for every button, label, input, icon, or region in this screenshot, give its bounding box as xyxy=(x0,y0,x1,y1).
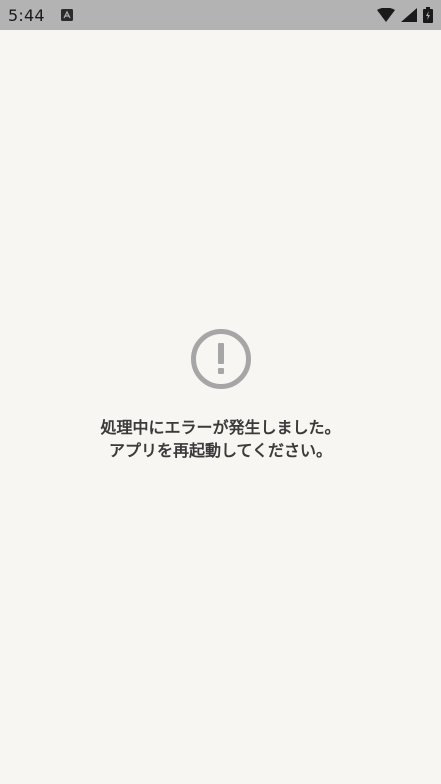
error-message-block: 処理中にエラーが発生しました。 アプリを再起動してください。 xyxy=(0,328,441,462)
battery-icon xyxy=(423,7,433,23)
status-bar: 5:44 xyxy=(0,0,441,30)
signal-icon xyxy=(401,8,417,22)
notification-app-icon xyxy=(60,9,73,21)
error-message-line2: アプリを再起動してください。 xyxy=(108,441,333,460)
exclamation-circle-icon xyxy=(190,329,251,389)
screen: 5:44 処理中にエラーが発生しました。 アプリを再起動してください。 xyxy=(0,0,441,784)
status-time: 5:44 xyxy=(8,5,45,25)
error-message-line1: 処理中にエラーが発生しました。 xyxy=(100,418,341,437)
error-message: 処理中にエラーが発生しました。 アプリを再起動してください。 xyxy=(0,416,441,462)
wifi-icon xyxy=(377,8,395,22)
content-area: 処理中にエラーが発生しました。 アプリを再起動してください。 xyxy=(0,30,441,784)
status-icons xyxy=(377,7,433,23)
